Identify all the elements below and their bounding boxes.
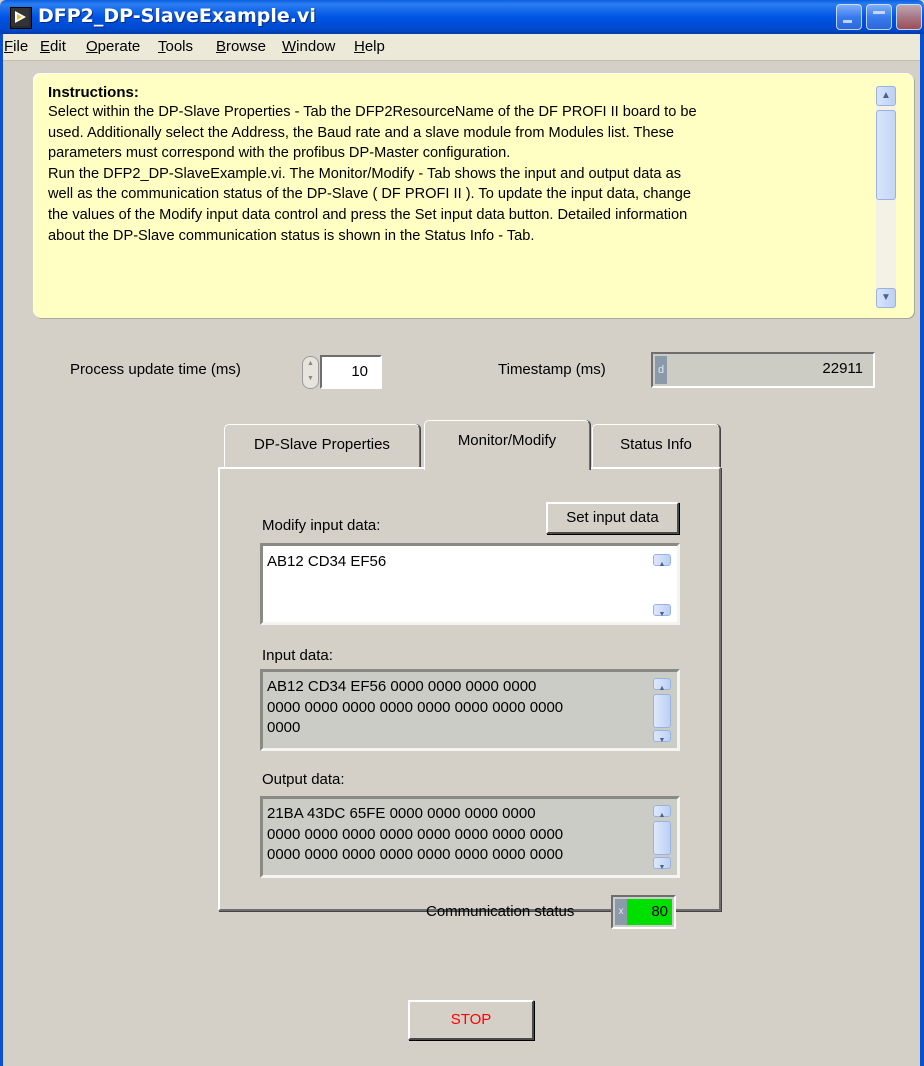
title-bar[interactable]: DFP2_DP-SlaveExample.vi: [0, 0, 924, 34]
scroll-thumb[interactable]: [876, 110, 896, 200]
scroll-up-icon[interactable]: ▲: [653, 678, 671, 692]
menu-tools[interactable]: Tools: [158, 38, 193, 55]
timestamp-label: Timestamp (ms): [498, 361, 606, 378]
input-data-text: AB12 CD34 EF56 0000 0000 0000 0000 0000 …: [267, 678, 564, 736]
modify-input-label: Modify input data:: [262, 517, 381, 534]
output-data-scrollbar[interactable]: ▲ ▼: [653, 805, 671, 871]
scroll-up-icon[interactable]: ▲: [653, 554, 671, 568]
modify-input-scrollbar[interactable]: ▲ ▼: [653, 552, 671, 618]
scroll-thumb[interactable]: [653, 821, 671, 855]
output-data-display: 21BA 43DC 65FE 0000 0000 0000 0000 0000 …: [260, 796, 680, 878]
instructions-text: Select within the DP-Slave Properties - …: [48, 102, 878, 246]
instructions-line: the values of the Modify input data cont…: [48, 206, 688, 223]
close-button[interactable]: [896, 4, 922, 30]
process-update-input[interactable]: 10: [320, 355, 382, 389]
input-data-scrollbar[interactable]: ▲ ▼: [653, 678, 671, 744]
scroll-up-icon[interactable]: ▲: [876, 86, 896, 106]
scroll-thumb[interactable]: [653, 694, 671, 728]
menu-edit[interactable]: Edit: [40, 38, 66, 55]
menu-file[interactable]: File: [4, 38, 28, 55]
scroll-down-icon[interactable]: ▼: [653, 857, 671, 871]
menu-browse-label: Browse: [216, 38, 267, 55]
instructions-line: Select within the DP-Slave Properties - …: [48, 104, 697, 120]
set-input-data-button[interactable]: Set input data: [546, 502, 679, 534]
input-data-display: AB12 CD34 EF56 0000 0000 0000 0000 0000 …: [260, 669, 680, 751]
instructions-scrollbar[interactable]: ▲ ▼: [876, 86, 896, 308]
instructions-title: Instructions:: [48, 84, 139, 101]
modify-input-text: AB12 CD34 EF56: [267, 553, 387, 570]
menu-edit-label: Edit: [40, 38, 66, 55]
menu-help[interactable]: Help: [354, 38, 385, 55]
window-frame-left: [0, 34, 3, 1066]
menu-file-label: File: [4, 38, 29, 55]
instructions-line: used. Additionally select the Address, t…: [48, 124, 674, 141]
minimize-button[interactable]: [836, 4, 862, 30]
communication-status-value: 80: [627, 899, 672, 925]
communication-status-label: Communication status: [426, 903, 575, 920]
communication-status-indicator: x 80: [611, 895, 676, 929]
modify-input-field[interactable]: AB12 CD34 EF56 ▲ ▼: [260, 543, 680, 625]
menu-window[interactable]: Window: [282, 38, 335, 55]
timestamp-indicator: d 22911: [651, 352, 875, 388]
tab-label: DP-Slave Properties: [254, 436, 390, 453]
output-data-text: 21BA 43DC 65FE 0000 0000 0000 0000 0000 …: [267, 805, 564, 863]
instructions-line: parameters must correspond with the prof…: [48, 145, 511, 162]
radix-indicator: x: [615, 899, 627, 925]
tab-status-info[interactable]: Status Info: [592, 424, 720, 468]
timestamp-value: 22911: [822, 360, 863, 377]
output-data-label: Output data:: [262, 771, 345, 788]
tab-dp-slave-properties[interactable]: DP-Slave Properties: [224, 424, 420, 468]
window-title: DFP2_DP-SlaveExample.vi: [38, 5, 316, 27]
tab-label: Monitor/Modify: [457, 432, 557, 449]
menu-operate-label: Operate: [86, 38, 141, 55]
maximize-button[interactable]: [866, 4, 892, 30]
instructions-line: Run the DFP2_DP-SlaveExample.vi. The Mon…: [48, 165, 682, 182]
menu-tools-label: Tools: [158, 38, 194, 55]
instructions-line: well as the communication status of the …: [48, 186, 691, 203]
monitor-modify-panel: Modify input data: Set input data AB12 C…: [218, 467, 721, 911]
menu-help-label: Help: [354, 38, 385, 55]
labview-vi-icon: [10, 7, 32, 29]
tab-monitor-modify[interactable]: Monitor/Modify: [424, 420, 590, 470]
scroll-down-icon[interactable]: ▼: [653, 730, 671, 744]
menu-bar: File Edit Operate Tools Browse Window He…: [0, 34, 924, 61]
menu-window-label: Window: [282, 38, 336, 55]
input-data-label: Input data:: [262, 647, 333, 664]
window-frame-right: [920, 34, 924, 1066]
increment-decrement-icon[interactable]: ▲ ▼: [302, 356, 319, 389]
process-update-label: Process update time (ms): [70, 361, 241, 378]
instructions-line: about the DP-Slave communication status …: [48, 227, 535, 244]
instructions-panel: Instructions: Select within the DP-Slave…: [34, 74, 914, 318]
scroll-up-icon[interactable]: ▲: [653, 805, 671, 819]
scroll-down-icon[interactable]: ▼: [876, 288, 896, 308]
menu-browse[interactable]: Browse: [216, 38, 266, 55]
radix-indicator: d: [655, 356, 667, 384]
tab-label: Status Info: [620, 436, 692, 453]
menu-operate[interactable]: Operate: [86, 38, 140, 55]
scroll-down-icon[interactable]: ▼: [653, 604, 671, 618]
stop-button[interactable]: STOP: [408, 1000, 534, 1040]
